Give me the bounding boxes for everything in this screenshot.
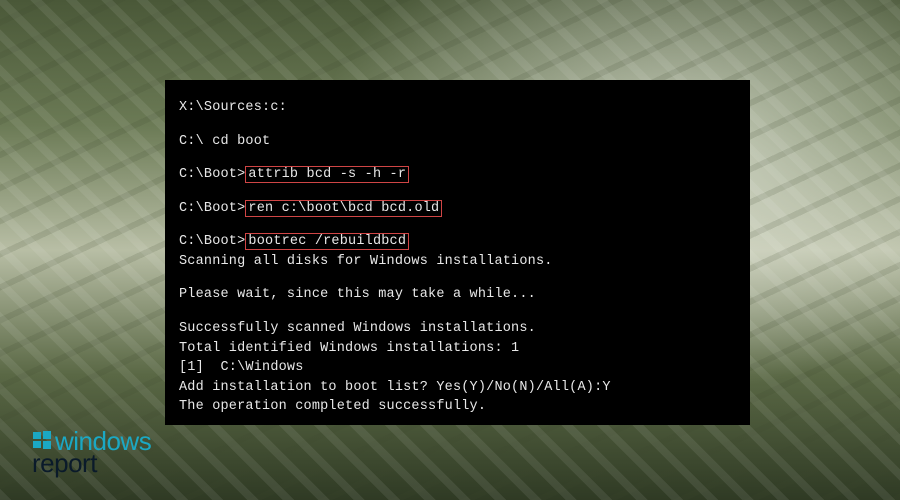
terminal-line: C:\ cd boot [179,132,736,152]
terminal-line: C:\Boot>ren c:\boot\bcd bcd.old [179,199,736,219]
prompt-text: X:\Sources: [179,100,270,115]
highlighted-command: ren c:\boot\bcd bcd.old [245,200,442,217]
command-text: c: [270,100,287,115]
terminal-line: X:\Sources:c: [179,98,736,118]
prompt-text: C:\Boot> [179,167,245,182]
prompt-text: C:\Boot> [179,201,245,216]
terminal-output: [1] C:\Windows [179,358,736,378]
terminal-line: C:\Boot>attrib bcd -s -h -r [179,165,736,185]
prompt-text: C:\Boot> [179,234,245,249]
terminal-line: C:\Boot>bootrec /rebuildbcd [179,232,736,252]
watermark-logo: windows report [32,430,151,474]
highlighted-command: attrib bcd -s -h -r [245,166,409,183]
terminal-output: Successfully scanned Windows installatio… [179,319,736,339]
terminal-output: Please wait, since this may take a while… [179,285,736,305]
terminal-output: Add installation to boot list? Yes(Y)/No… [179,378,736,398]
terminal-output: Total identified Windows installations: … [179,339,736,359]
terminal-output: The operation completed successfully. [179,397,736,417]
terminal-output: Scanning all disks for Windows installat… [179,252,736,272]
highlighted-command: bootrec /rebuildbcd [245,233,409,250]
command-prompt-window[interactable]: X:\Sources:c: C:\ cd boot C:\Boot>attrib… [165,80,750,425]
